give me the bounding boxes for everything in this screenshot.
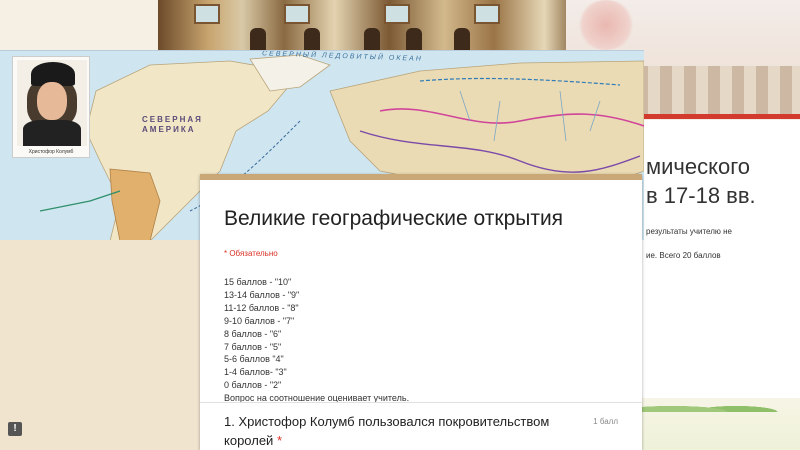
painting-figure (250, 28, 266, 52)
required-note: * Обязательно (224, 249, 278, 258)
grading-line: 13-14 баллов - "9" (224, 289, 300, 300)
required-asterisk: * (276, 433, 283, 448)
question-1: 1. Христофор Колумб пользовался покровит… (224, 412, 584, 450)
feedback-icon[interactable]: ! (8, 422, 22, 436)
grading-line: 15 баллов - "10" (224, 277, 292, 287)
background-top-left (0, 0, 160, 52)
continent-label: СЕВЕРНАЯ АМЕРИКА (142, 115, 203, 135)
portrait-image (17, 60, 87, 146)
form-card: Великие географические открытия * Обязат… (200, 174, 642, 450)
grading-scale: 15 баллов - "10" 13-14 баллов - "9" 11-1… (224, 276, 409, 405)
blossom-tree (576, 0, 636, 50)
question-divider (200, 402, 642, 403)
grading-line: 9-10 баллов - "7" (224, 315, 295, 326)
slide-text-line1: результаты учителю не (646, 227, 732, 236)
grading-line: 1-4 баллов- "3" (224, 367, 287, 378)
painting-figure (304, 28, 320, 52)
continent-label-line2: АМЕРИКА (142, 125, 196, 134)
question-points: 1 балл (593, 417, 618, 426)
painting-figure (406, 28, 422, 52)
leaf-decoration (640, 398, 800, 412)
painting-window (384, 4, 410, 24)
grading-line: 7 баллов - "5" (224, 341, 282, 352)
grading-line: 5-6 баллов "4" (224, 354, 284, 365)
slide-title-line2: в 17-18 вв. (646, 183, 756, 208)
form-title: Великие географические открытия (224, 207, 564, 230)
form-accent-bar (200, 174, 642, 180)
grading-line: 0 баллов - "2" (224, 380, 282, 391)
portrait-coat (23, 120, 81, 146)
landmass-mexico (109, 168, 161, 240)
columbus-portrait: Христофор Колумб (12, 56, 90, 158)
grading-note: Вопрос на соотношение оценивает учитель. (224, 393, 410, 404)
route-green (39, 190, 121, 212)
painting-figure (364, 28, 380, 52)
portrait-face (37, 82, 67, 120)
background-painting (158, 0, 578, 52)
city-buildings (636, 66, 800, 114)
question-text: 1. Христофор Колумб пользовался покровит… (224, 414, 550, 448)
painting-window (194, 4, 220, 24)
painting-figure (454, 28, 470, 52)
slide-text-line2: ие. Всего 20 баллов (646, 251, 721, 260)
grading-line: 8 баллов - "6" (224, 328, 282, 339)
grading-line: 11-12 баллов - "8" (224, 302, 299, 313)
portrait-caption: Христофор Колумб (28, 149, 74, 155)
slide-title-line1: мического (646, 154, 750, 179)
continent-label-line1: СЕВЕРНАЯ (142, 115, 203, 124)
background-leaves (640, 398, 800, 450)
painting-window (474, 4, 500, 24)
painting-window (284, 4, 310, 24)
